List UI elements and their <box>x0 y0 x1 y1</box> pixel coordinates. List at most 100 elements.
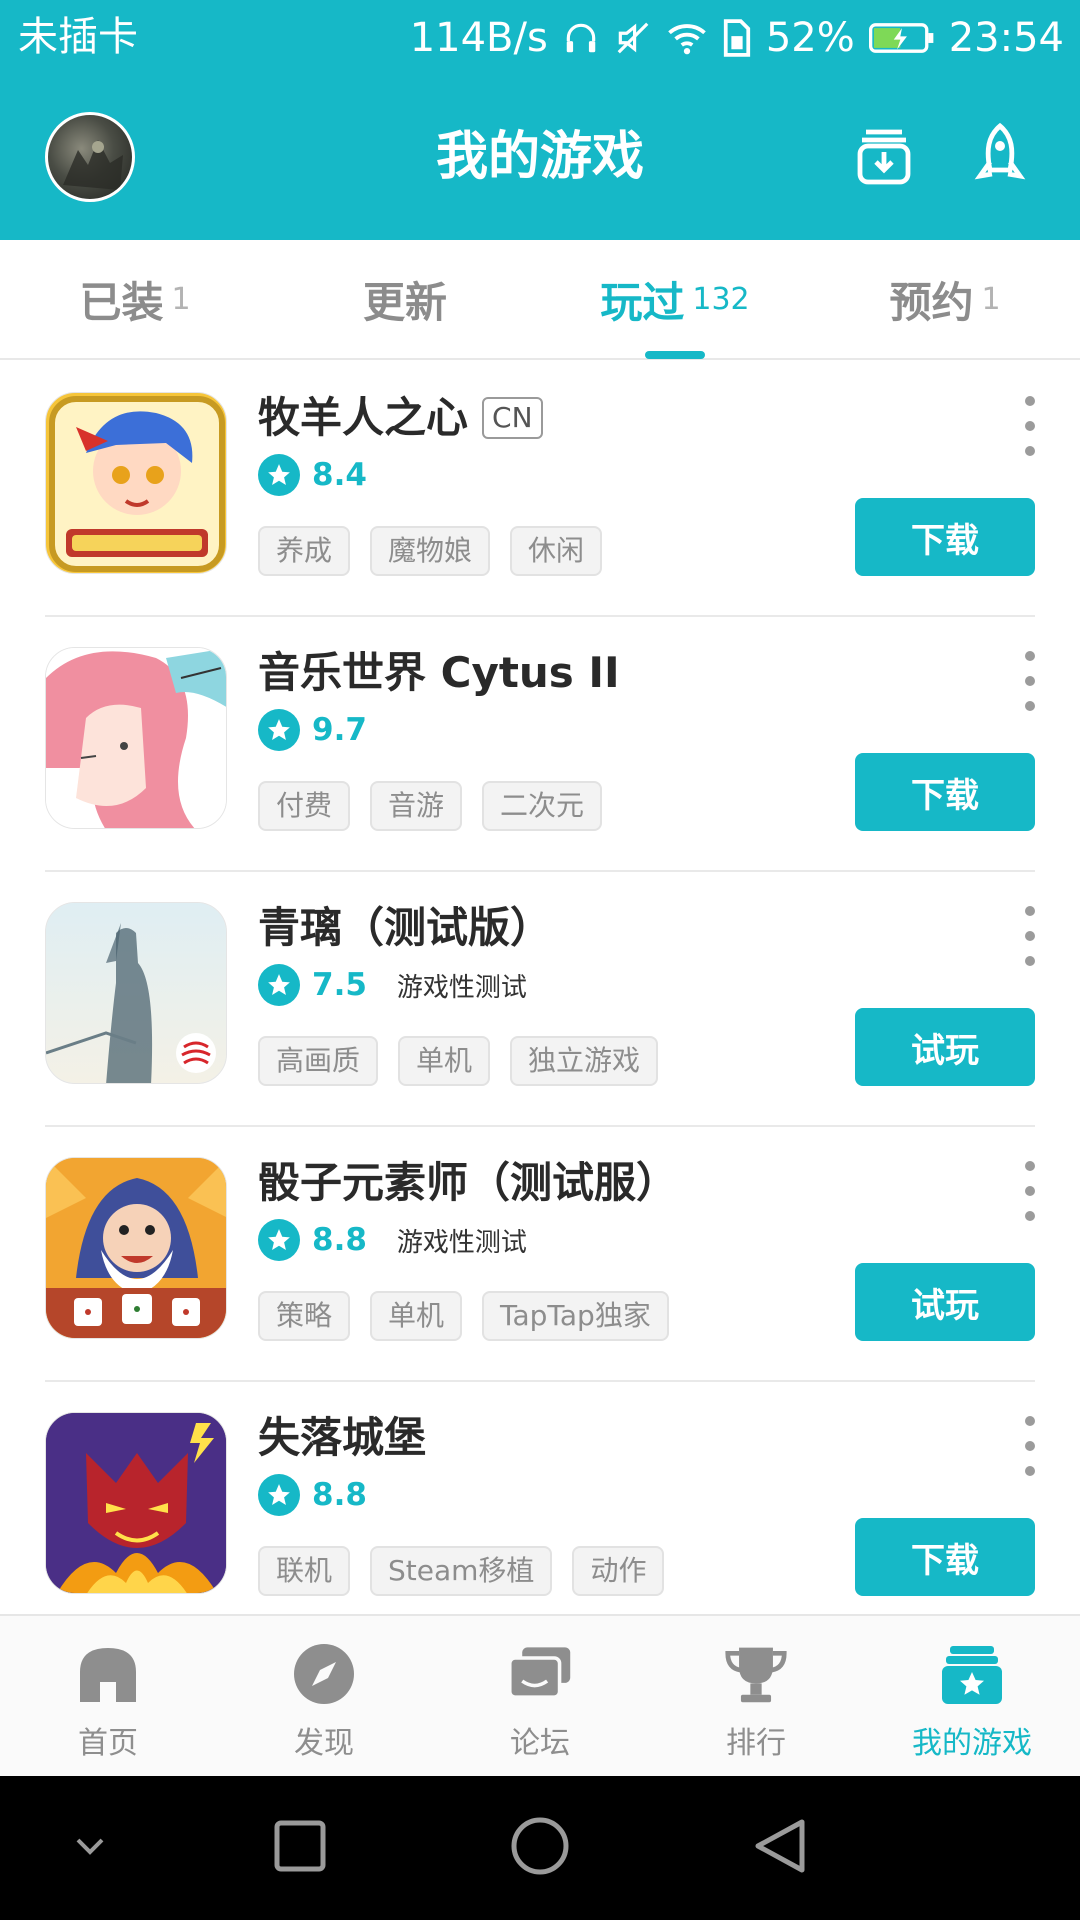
rating: 8.8 <box>258 1472 367 1518</box>
collapse-button[interactable] <box>54 1812 126 1884</box>
game-item[interactable]: 青璃（测试版） 7.5 游戏性测试 高画质 单机 独立游戏 试玩 <box>0 872 1080 1127</box>
rating: 9.7 <box>258 707 367 753</box>
system-nav-bar <box>0 1776 1080 1920</box>
game-title[interactable]: 音乐世界 Cytus II <box>258 645 620 701</box>
nav-forum[interactable]: 论坛 <box>432 1616 648 1776</box>
region-badge: CN <box>482 397 543 439</box>
more-options-button[interactable] <box>1018 396 1042 456</box>
more-options-button[interactable] <box>1018 1161 1042 1221</box>
tag[interactable]: 独立游戏 <box>510 1036 659 1086</box>
game-list[interactable]: 牧羊人之心 CN 8.4 养成 魔物娘 休闲 下载 音乐世界 Cytus II … <box>0 362 1080 1614</box>
forum-icon <box>508 1642 572 1706</box>
tab-updates[interactable]: 更新 <box>270 240 540 358</box>
more-options-button[interactable] <box>1018 906 1042 966</box>
download-button[interactable]: 下载 <box>855 498 1035 576</box>
game-title[interactable]: 牧羊人之心 CN <box>258 390 543 446</box>
game-item[interactable]: 牧羊人之心 CN 8.4 养成 魔物娘 休闲 下载 <box>0 362 1080 617</box>
my-games-icon <box>940 1642 1004 1706</box>
tag[interactable]: TapTap独家 <box>482 1291 669 1341</box>
recents-button[interactable] <box>264 1812 336 1884</box>
sim-icon <box>722 19 752 57</box>
more-options-button[interactable] <box>1018 651 1042 711</box>
tag[interactable]: Steam移植 <box>370 1546 553 1596</box>
download-manager-button[interactable] <box>846 120 922 196</box>
download-button[interactable]: 下载 <box>855 753 1035 831</box>
game-title-text: 失落城堡 <box>258 1413 427 1462</box>
rocket-button[interactable] <box>962 120 1038 196</box>
status-bar: 未插卡 114B/s 52% 23:54 <box>0 0 1080 80</box>
back-triangle-icon <box>752 1816 808 1880</box>
more-options-button[interactable] <box>1018 1416 1042 1476</box>
tag[interactable]: 联机 <box>258 1546 351 1596</box>
app-header: 我的游戏 <box>0 80 1080 240</box>
circle-icon <box>509 1815 571 1881</box>
headphones-icon <box>562 19 600 57</box>
game-icon[interactable] <box>45 1412 227 1594</box>
tab-label: 预约 <box>889 277 974 327</box>
wifi-icon <box>666 19 708 57</box>
mute-icon <box>614 19 652 57</box>
tag[interactable]: 单机 <box>370 1291 463 1341</box>
score: 8.8 <box>312 1477 367 1513</box>
top-bar: 未插卡 114B/s 52% 23:54 我的游戏 <box>0 0 1080 240</box>
try-play-button[interactable]: 试玩 <box>855 1263 1035 1341</box>
try-play-button[interactable]: 试玩 <box>855 1008 1035 1086</box>
rocket-icon <box>972 122 1028 194</box>
nav-label: 排行 <box>726 1726 786 1761</box>
star-icon <box>258 454 300 496</box>
game-icon[interactable] <box>45 647 227 829</box>
tab-count: 1 <box>171 281 191 317</box>
tag-list: 高画质 单机 独立游戏 <box>258 1036 659 1086</box>
nav-label: 首页 <box>78 1726 138 1761</box>
game-title-text: 青璃（测试版） <box>258 903 553 952</box>
back-button[interactable] <box>744 1812 816 1884</box>
tag[interactable]: 休闲 <box>510 526 603 576</box>
chevron-down-icon <box>72 1834 108 1862</box>
home-system-button[interactable] <box>504 1812 576 1884</box>
tab-count: 1 <box>981 281 1001 317</box>
test-note: 游戏性测试 <box>396 1227 527 1258</box>
tab-installed[interactable]: 已装 1 <box>0 240 270 358</box>
download-manager-icon <box>852 124 916 192</box>
tag[interactable]: 单机 <box>398 1036 491 1086</box>
tab-played[interactable]: 玩过 132 <box>540 240 810 358</box>
game-title[interactable]: 失落城堡 <box>258 1410 426 1466</box>
star-icon <box>258 709 300 751</box>
tab-reserved[interactable]: 预约 1 <box>810 240 1080 358</box>
game-icon[interactable] <box>45 1157 227 1339</box>
trophy-icon <box>724 1642 788 1706</box>
square-icon <box>273 1819 327 1877</box>
game-title[interactable]: 骰子元素师（测试服） <box>258 1155 678 1211</box>
tag[interactable]: 二次元 <box>482 781 603 831</box>
clock: 23:54 <box>948 15 1064 61</box>
rating: 8.8 游戏性测试 <box>258 1217 527 1263</box>
nav-my-games[interactable]: 我的游戏 <box>864 1616 1080 1776</box>
nav-discover[interactable]: 发现 <box>216 1616 432 1776</box>
rating: 8.4 <box>258 452 367 498</box>
game-icon[interactable] <box>45 902 227 1084</box>
tag[interactable]: 付费 <box>258 781 351 831</box>
nav-ranking[interactable]: 排行 <box>648 1616 864 1776</box>
tag[interactable]: 音游 <box>370 781 463 831</box>
game-icon[interactable] <box>45 392 227 574</box>
tag[interactable]: 魔物娘 <box>370 526 491 576</box>
tag[interactable]: 策略 <box>258 1291 351 1341</box>
game-item[interactable]: 音乐世界 Cytus II 9.7 付费 音游 二次元 下载 <box>0 617 1080 872</box>
tag[interactable]: 高画质 <box>258 1036 379 1086</box>
nav-label: 发现 <box>294 1726 354 1761</box>
game-title-text: 牧羊人之心 <box>258 393 469 442</box>
tab-bar: 已装 1 更新 玩过 132 预约 1 <box>0 240 1080 360</box>
nav-home[interactable]: 首页 <box>0 1616 216 1776</box>
tag-list: 付费 音游 二次元 <box>258 781 603 831</box>
tag-list: 联机 Steam移植 动作 <box>258 1546 665 1596</box>
download-button[interactable]: 下载 <box>855 1518 1035 1596</box>
nav-label: 我的游戏 <box>912 1726 1032 1761</box>
tab-label: 已装 <box>79 277 164 327</box>
game-item[interactable]: 骰子元素师（测试服） 8.8 游戏性测试 策略 单机 TapTap独家 试玩 <box>0 1127 1080 1382</box>
game-title[interactable]: 青璃（测试版） <box>258 900 552 956</box>
tag[interactable]: 养成 <box>258 526 351 576</box>
game-item[interactable]: 失落城堡 8.8 联机 Steam移植 动作 下载 <box>0 1382 1080 1614</box>
rating: 7.5 游戏性测试 <box>258 962 527 1008</box>
tag[interactable]: 动作 <box>572 1546 665 1596</box>
battery-percent: 52% <box>765 15 855 61</box>
